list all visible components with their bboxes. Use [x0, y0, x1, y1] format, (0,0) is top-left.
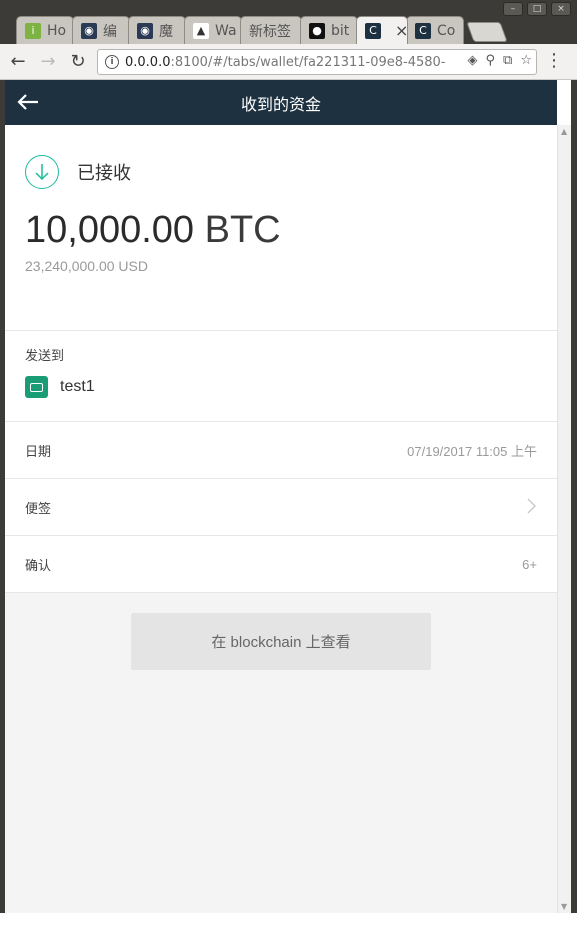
tab-favicon-icon: C [365, 22, 381, 39]
tab-close-icon[interactable]: × [395, 21, 407, 40]
browser-tab-active[interactable]: C × [356, 16, 408, 44]
sent-to-label: 发送到 [25, 349, 65, 364]
date-label: 日期 [25, 444, 52, 460]
browser-tab[interactable]: C Co [406, 16, 464, 44]
tab-label: 编 [103, 23, 117, 40]
sent-to-section: 发送到 test1 [5, 331, 557, 422]
tab-favicon-icon: ▲ [193, 22, 209, 39]
confirmations-row: 确认 6+ [5, 536, 557, 593]
browser-menu-icon[interactable]: ⋮ [545, 52, 563, 70]
address-bar[interactable]: i 0.0.0.0 :8100/#/tabs/wallet/fa221311-0… [97, 49, 537, 75]
extension-key-icon[interactable]: ⚲ [486, 53, 496, 68]
tab-favicon-icon: i [25, 22, 41, 39]
browser-tab[interactable]: ● bit [300, 16, 358, 44]
info-icon[interactable]: i [105, 55, 119, 69]
scroll-down-icon[interactable]: ▼ [561, 902, 567, 911]
memo-label: 便签 [25, 501, 52, 517]
amount: 10,000.00 BTC [25, 209, 537, 252]
browser-tab[interactable]: ◉ 编 [72, 16, 130, 44]
reload-icon[interactable]: ↻ [66, 50, 90, 74]
window-bottom [0, 913, 577, 927]
browser-tab[interactable]: 新标签 [240, 16, 302, 44]
browser-tabstrip: – □ × i Ho ◉ 编 ◉ 魔 ▲ Wa 新标签 ● bit C × C … [0, 0, 577, 44]
tab-label: 新标签 [249, 23, 291, 40]
tab-favicon-icon: C [415, 22, 431, 39]
app-header: 收到的资金 [5, 80, 557, 125]
browser-tab[interactable]: ◉ 魔 [128, 16, 186, 44]
bookmark-star-icon[interactable]: ☆ [520, 53, 532, 68]
browser-tab[interactable]: ▲ Wa [184, 16, 242, 44]
tab-favicon-icon: ◉ [81, 22, 97, 39]
scrollbar[interactable]: ▲ ▼ [557, 125, 571, 913]
scroll-up-icon[interactable]: ▲ [561, 127, 567, 136]
tab-label: Ho [47, 22, 67, 39]
arrow-down-circle-icon [25, 155, 59, 189]
new-tab-button[interactable] [466, 22, 508, 42]
chevron-right-icon [527, 495, 537, 519]
browser-toolbar: ← → ↻ i 0.0.0.0 :8100/#/tabs/wallet/fa22… [0, 44, 577, 80]
translate-icon[interactable]: ⧉ [503, 53, 512, 68]
date-value: 07/19/2017 11:05 上午 [407, 443, 537, 459]
date-row: 日期 07/19/2017 11:05 上午 [5, 422, 557, 479]
wallet-icon [25, 376, 48, 398]
url-host: 0.0.0.0 [125, 54, 171, 70]
wallet-name: test1 [60, 378, 95, 395]
github-icon: ● [309, 22, 325, 39]
transaction-summary: 已接收 10,000.00 BTC 23,240,000.00 USD [5, 125, 557, 331]
forward-icon[interactable]: → [36, 50, 60, 74]
page-title: 收到的资金 [240, 94, 321, 114]
status-label: 已接收 [77, 163, 131, 184]
extension-eye-icon[interactable]: ◈ [468, 53, 478, 68]
tab-label: Co [437, 22, 456, 39]
url-path: :8100/#/tabs/wallet/fa221311-09e8-4580- [170, 54, 446, 70]
wallet-row: test1 [25, 376, 537, 398]
confirmations-label: 确认 [25, 558, 52, 574]
tab-label: Wa [215, 22, 237, 39]
window-border [571, 80, 577, 913]
app-viewport: 收到的资金 已接收 10,000.00 BTC 23,240,000.00 US… [5, 80, 557, 913]
tab-label: 魔 [159, 23, 173, 40]
status-row: 已接收 [25, 155, 537, 189]
back-arrow-icon[interactable] [17, 90, 43, 114]
view-on-blockchain-button[interactable]: 在 blockchain 上查看 [131, 613, 431, 670]
memo-row[interactable]: 便签 [5, 479, 557, 536]
fiat-amount: 23,240,000.00 USD [25, 258, 148, 274]
tab-label: bit [331, 22, 350, 39]
amount-value: 10,000.00 [25, 209, 195, 251]
tab-favicon-icon: ◉ [137, 22, 153, 39]
back-icon[interactable]: ← [6, 50, 30, 74]
amount-unit: BTC [204, 209, 281, 251]
confirmations-value: 6+ [522, 556, 537, 572]
browser-tab[interactable]: i Ho [16, 16, 74, 44]
